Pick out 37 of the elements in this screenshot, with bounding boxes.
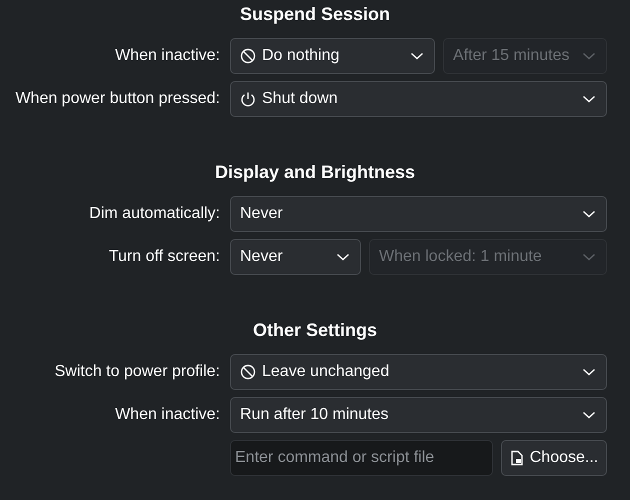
setting-label: Dim automatically: (89, 204, 220, 224)
prohibited-icon (240, 48, 256, 64)
setting-label: When inactive: (115, 405, 220, 425)
dropdown-value: Leave unchanged (262, 362, 390, 382)
setting-label: Turn off screen: (108, 247, 220, 267)
choose-button[interactable]: Choose... (501, 440, 607, 476)
dropdown-value: Never (240, 247, 284, 267)
dropdown-value: After 15 minutes (453, 46, 570, 66)
chevron-down-icon (582, 368, 596, 376)
dropdown[interactable]: Leave unchanged (230, 354, 607, 390)
input-field[interactable]: Enter command or script file (230, 440, 493, 476)
setting-label: When power button pressed: (15, 89, 220, 109)
dropdown[interactable]: Do nothing (230, 38, 435, 74)
dropdown-value: Run after 10 minutes (240, 405, 390, 425)
setting-label: Switch to power profile: (54, 362, 220, 382)
prohibited-icon (240, 364, 256, 380)
chevron-down-icon (582, 95, 596, 103)
chevron-down-icon (582, 52, 596, 60)
chevron-down-icon (582, 253, 596, 261)
chevron-down-icon (410, 52, 424, 60)
dropdown[interactable]: Shut down (230, 81, 607, 117)
dropdown[interactable]: Never (230, 239, 361, 275)
chevron-down-icon (582, 411, 596, 419)
dropdown-value: When locked: 1 minute (379, 247, 543, 267)
dropdown[interactable]: Run after 10 minutes (230, 397, 607, 433)
file-icon (510, 450, 524, 466)
dropdown-value: Shut down (262, 89, 339, 109)
section-heading: Other Settings (252, 318, 377, 342)
dropdown[interactable]: Never (230, 196, 607, 232)
section-heading: Display and Brightness (214, 160, 416, 184)
dropdown-value: Do nothing (262, 46, 340, 66)
chevron-down-icon (336, 253, 350, 261)
dropdown-value: Never (240, 204, 284, 224)
power-icon (240, 91, 256, 107)
setting-label: When inactive: (115, 46, 220, 66)
chevron-down-icon (582, 210, 596, 218)
section-heading: Suspend Session (240, 2, 390, 26)
